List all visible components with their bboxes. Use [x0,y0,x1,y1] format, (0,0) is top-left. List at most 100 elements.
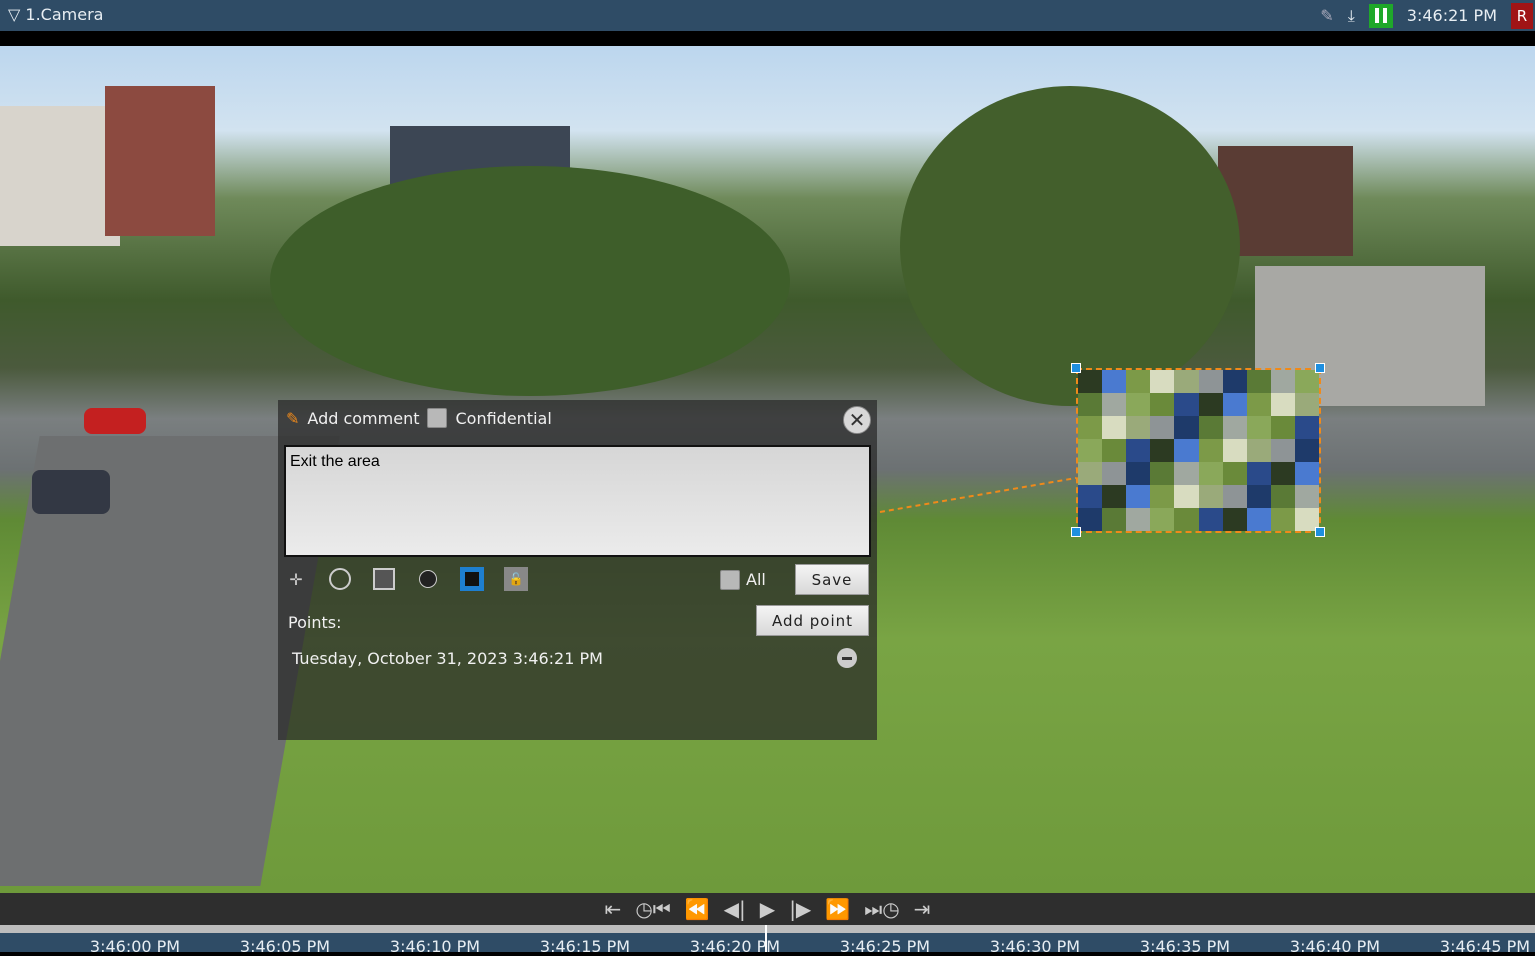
timeline-cursor[interactable] [765,925,767,952]
mask-pixel [1102,485,1127,508]
mask-pixel [1150,508,1175,531]
mask-pixel [1126,508,1151,531]
mask-pixel [1270,393,1295,416]
dialog-title: Add comment [307,408,420,428]
close-button[interactable]: ✕ [843,406,871,434]
mask-pixel [1294,370,1319,393]
remove-point-icon[interactable] [837,648,857,668]
mask-pixel [1270,485,1295,508]
mask-pixel [1150,439,1175,462]
mask-pixel [1198,485,1223,508]
mask-pixel [1078,485,1103,508]
previous-event-icon[interactable]: ◷⏮ [635,897,670,921]
timeline-tick: 3:46:10 PM [389,937,481,956]
mask-pixel [1222,439,1247,462]
mask-pixel [1222,393,1247,416]
mask-pixel [1102,393,1127,416]
all-label: All [746,570,766,589]
mask-pixel [1102,508,1127,531]
all-checkbox[interactable] [720,570,740,590]
mask-pixel [1150,462,1175,485]
mask-pixel [1174,370,1199,393]
mask-pixel [1102,370,1127,393]
mask-pixel [1078,416,1103,439]
rectangle-tool-icon[interactable] [372,567,396,591]
lock-icon[interactable]: 🔓 [504,567,528,591]
circle-tool-icon[interactable] [328,567,352,591]
go-to-end-icon[interactable]: ⇥ [914,897,931,921]
mask-pixel [1150,370,1175,393]
mask-pixel [1174,485,1199,508]
mask-pixel [1150,416,1175,439]
add-comment-dialog: ✎ Add comment Confidential ✕ Exit the ar… [278,400,877,740]
mask-pixel [1198,416,1223,439]
mask-pixel [1126,462,1151,485]
mask-pixel [1270,462,1295,485]
timeline-tick: 3:46:00 PM [89,937,181,956]
mask-pixel [1126,370,1151,393]
add-point-button[interactable]: Add point [756,605,869,636]
mask-pixel [1078,393,1103,416]
mask-pixel [1294,416,1319,439]
mask-pixel [1294,462,1319,485]
mask-pixel [1246,508,1271,531]
mask-pixel [1102,416,1127,439]
point-timestamp: Tuesday, October 31, 2023 3:46:21 PM [292,649,603,668]
timeline-tick: 3:46:45 PM [1439,937,1531,956]
resize-handle[interactable] [1071,363,1081,373]
mask-pixel [1222,485,1247,508]
mask-pixel [1102,462,1127,485]
fast-forward-icon[interactable]: ⏩ [825,897,850,921]
mask-pixel [1198,508,1223,531]
mask-pixel [1174,439,1199,462]
privacy-mask-area[interactable] [1076,368,1321,533]
mask-pixel [1246,370,1271,393]
mask-pixel [1294,439,1319,462]
fast-rewind-icon[interactable]: ⏪ [685,897,710,921]
mask-pixel [1270,370,1295,393]
mask-pixel [1198,370,1223,393]
mask-pixel [1246,462,1271,485]
resize-handle[interactable] [1315,527,1325,537]
confidential-checkbox[interactable] [427,408,448,428]
play-icon[interactable]: ▶ [760,897,775,921]
save-button[interactable]: Save [795,564,869,595]
resize-handle[interactable] [1315,363,1325,373]
go-to-start-icon[interactable]: ⇤ [605,897,622,921]
mask-pixel [1078,439,1103,462]
mask-pixel [1294,485,1319,508]
step-forward-icon[interactable]: |▶ [789,897,811,921]
timeline-tick: 3:46:15 PM [539,937,631,956]
timeline-tick: 3:46:40 PM [1289,937,1381,956]
mask-pixel [1222,508,1247,531]
mask-pixel [1246,393,1271,416]
mask-pixel [1150,485,1175,508]
next-event-icon[interactable]: ⏭◷ [864,897,899,921]
timeline-tick: 3:46:35 PM [1139,937,1231,956]
mask-pixel [1270,508,1295,531]
mask-pixel [1174,393,1199,416]
step-back-icon[interactable]: ◀| [724,897,746,921]
points-label: Points: [288,613,342,632]
crosshair-tool-icon[interactable]: ✛ [284,567,308,591]
mask-pixel [1222,462,1247,485]
playback-controls: ⇤ ◷⏮ ⏪ ◀| ▶ |▶ ⏩ ⏭◷ ⇥ [0,893,1535,925]
mask-pixel [1150,393,1175,416]
mask-pixel [1246,416,1271,439]
mask-rectangle-tool-icon[interactable] [460,567,484,591]
timeline-tick: 3:46:30 PM [989,937,1081,956]
resize-handle[interactable] [1071,527,1081,537]
mask-pixel [1078,508,1103,531]
mask-pixel [1198,439,1223,462]
comment-input[interactable]: Exit the area [284,445,871,557]
mask-pixel [1246,439,1271,462]
mask-pixel [1222,416,1247,439]
mask-pixel [1078,462,1103,485]
mask-pixel [1174,462,1199,485]
mask-pixel [1174,508,1199,531]
timeline[interactable]: 3:46:00 PM 3:46:05 PM 3:46:10 PM 3:46:15 PM… [0,925,1535,956]
filled-circle-tool-icon[interactable] [416,567,440,591]
mask-pixel [1222,370,1247,393]
mask-pixel [1198,462,1223,485]
mask-pixel [1126,393,1151,416]
